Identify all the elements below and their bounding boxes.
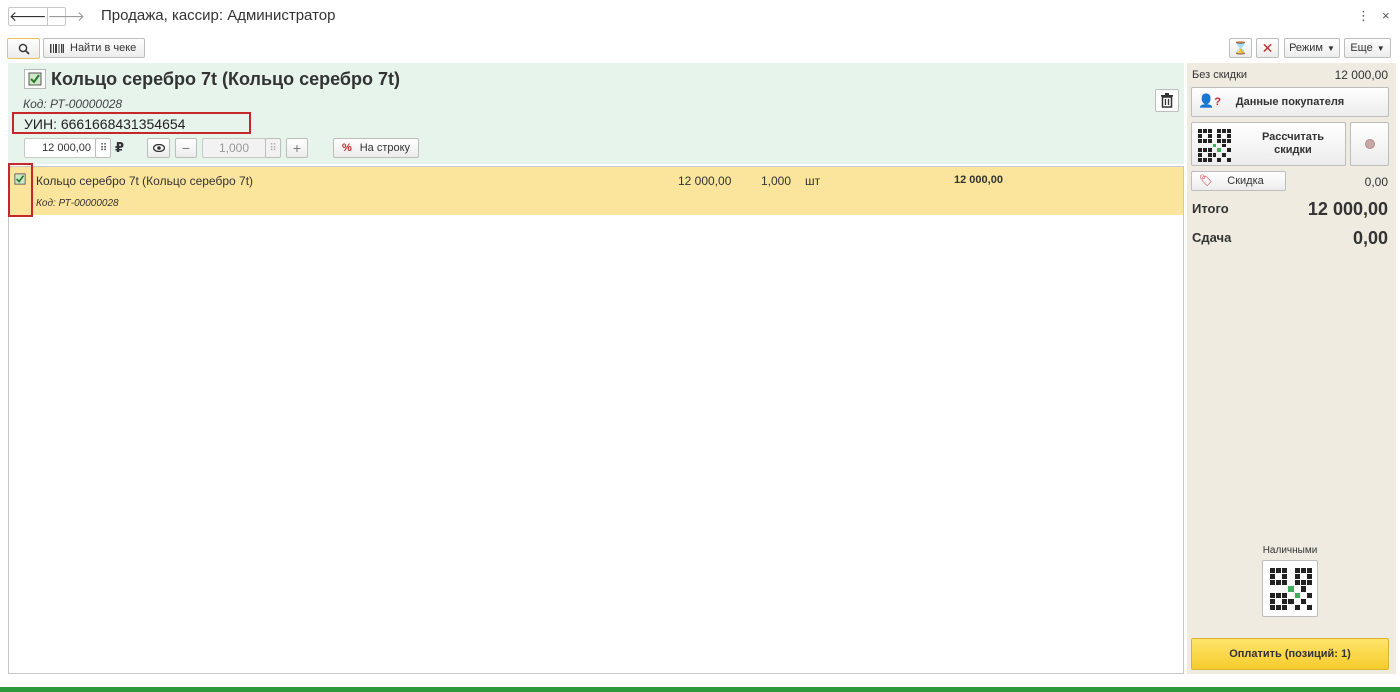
more-dropdown[interactable]: Еще ▼	[1344, 38, 1391, 58]
mode-dropdown[interactable]: Режим ▼	[1284, 38, 1340, 58]
row-highlight-annotation	[8, 163, 33, 217]
product-marked-icon	[24, 69, 46, 89]
window-title: Продажа, кассир: Администратор	[101, 7, 336, 24]
plus-icon: +	[292, 140, 302, 156]
bottom-accent-bar	[0, 687, 1400, 692]
uin-value: УИН: 6661668431354654	[12, 112, 251, 134]
user-question-icon: 👤?	[1198, 93, 1221, 108]
delete-item-button[interactable]	[1155, 89, 1179, 112]
mode-label: Режим	[1289, 42, 1323, 54]
discount-button[interactable]: 🏷 Скидка	[1191, 171, 1286, 191]
discount-tag-icon: 🏷	[1199, 175, 1213, 187]
change-value: 0,00	[1352, 228, 1388, 248]
customer-data-label: Данные покупателя	[1235, 96, 1345, 108]
nav-buttons: 🡐 🡒	[8, 7, 85, 26]
keypad-icon: ⠿	[99, 142, 107, 154]
back-arrow-icon[interactable]: 🡐	[9, 8, 48, 25]
status-dot-icon	[1364, 139, 1375, 149]
receipt-table	[8, 166, 1184, 674]
total-label: Итого	[1192, 201, 1229, 216]
row-code: Код: РТ-00000028	[36, 198, 119, 209]
keypad-icon: ⠿	[269, 142, 277, 154]
view-button[interactable]	[147, 138, 170, 158]
percent-icon: %	[341, 142, 352, 154]
search-icon	[18, 43, 30, 55]
row-discount-button[interactable]: % На строку	[333, 138, 419, 158]
calculate-discounts-button[interactable]: Рассчитать скидки	[1191, 122, 1346, 166]
search-button[interactable]	[7, 38, 40, 59]
find-in-receipt-button[interactable]: Найти в чеке	[43, 38, 145, 58]
currency-symbol: ₽	[115, 140, 125, 155]
qr-code-icon	[1198, 129, 1231, 162]
hourglass-button[interactable]: ⌛	[1229, 38, 1252, 58]
product-code: Код: РТ-00000028	[23, 97, 123, 111]
row-price: 12 000,00	[678, 174, 732, 188]
row-name: Кольцо серебро 7t (Кольцо серебро 7t)	[36, 174, 254, 188]
chevron-down-icon: ▼	[1327, 43, 1335, 53]
more-label: Еще	[1350, 42, 1373, 54]
chevron-down-icon: ▼	[1376, 43, 1385, 53]
row-unit: шт	[805, 174, 821, 188]
quantity-input[interactable]: 1,000	[202, 138, 266, 158]
without-discount-label: Без скидки	[1192, 69, 1248, 81]
cash-payment-button[interactable]	[1262, 560, 1318, 617]
calculate-discounts-label: Рассчитать скидки	[1261, 131, 1325, 156]
qr-code-icon	[1270, 568, 1312, 610]
eye-icon	[152, 144, 165, 152]
hourglass-icon: ⌛	[1233, 41, 1248, 55]
discount-label: Скидка	[1227, 175, 1264, 187]
change-label: Сдача	[1192, 230, 1232, 245]
close-icon[interactable]: ×	[1382, 8, 1390, 23]
cancel-receipt-button[interactable]: ✕	[1256, 38, 1279, 58]
status-indicator-button[interactable]	[1350, 122, 1389, 166]
minus-icon: −	[181, 140, 191, 156]
row-sum: 12 000,00	[954, 174, 1003, 186]
total-value: 12 000,00	[1307, 199, 1388, 219]
row-discount-label: На строку	[359, 142, 411, 154]
find-in-receipt-label: Найти в чеке	[70, 42, 137, 54]
cross-icon: ✕	[1261, 39, 1274, 56]
price-keypad-button[interactable]: ⠿	[95, 138, 111, 158]
more-vertical-icon[interactable]: ⋮	[1357, 8, 1370, 24]
discount-value: 0,00	[1364, 175, 1388, 189]
quantity-keypad-button[interactable]: ⠿	[265, 138, 281, 158]
row-qty: 1,000	[761, 174, 792, 188]
cash-label: Наличными	[1262, 545, 1318, 556]
trash-icon	[1161, 93, 1173, 108]
without-discount-value: 12 000,00	[1334, 68, 1388, 82]
forward-arrow-icon[interactable]: 🡒	[48, 8, 86, 25]
customer-data-button[interactable]: 👤? Данные покупателя	[1191, 87, 1389, 117]
barcode-icon	[50, 43, 64, 53]
pay-button[interactable]: Оплатить (позиций: 1)	[1191, 638, 1389, 670]
increase-quantity-button[interactable]: +	[286, 138, 308, 158]
price-input[interactable]: 12 000,00	[24, 138, 96, 158]
product-title: Кольцо серебро 7t (Кольцо серебро 7t)	[51, 69, 400, 89]
decrease-quantity-button[interactable]: −	[175, 138, 197, 158]
